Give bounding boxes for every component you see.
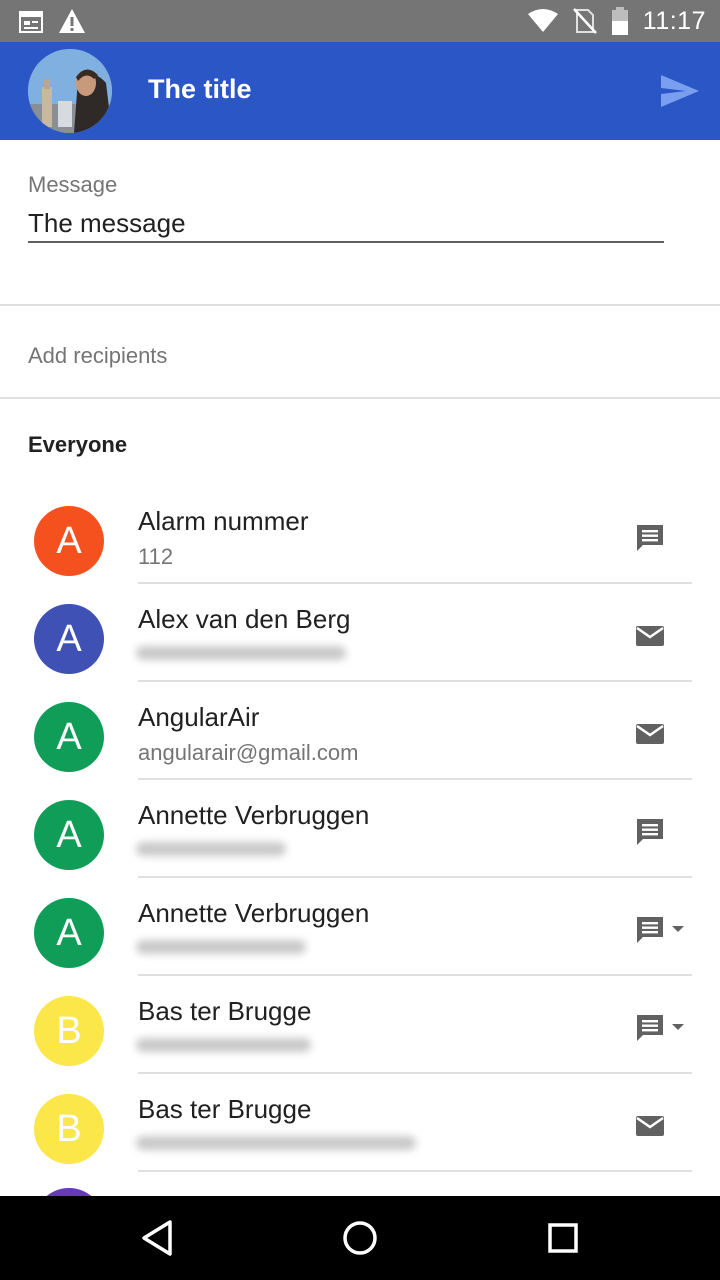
app-bar: The title [0, 42, 720, 140]
recipients-input[interactable] [28, 336, 688, 376]
contact-avatar: A [34, 506, 104, 576]
contact-avatar: A [34, 702, 104, 772]
contact-avatar: A [34, 604, 104, 674]
contact-item[interactable]: B Bas ter Brugge [0, 976, 720, 1074]
dropdown-arrow-icon[interactable] [672, 1024, 684, 1030]
contact-name: Alarm nummer [138, 506, 309, 536]
contact-name: Bas ter Brugge [138, 1094, 312, 1124]
chat-icon[interactable] [632, 1010, 668, 1046]
chat-icon[interactable] [632, 520, 668, 556]
redacted-subtitle [136, 646, 346, 660]
list-divider [138, 1170, 692, 1172]
email-icon[interactable] [632, 1108, 668, 1144]
chat-icon[interactable] [632, 814, 668, 850]
contact-name: Bas ter Brugge [138, 996, 312, 1026]
warning-icon [59, 9, 85, 33]
redacted-subtitle [136, 1038, 311, 1052]
divider [0, 397, 720, 399]
contact-name: Alex van den Berg [138, 604, 351, 634]
message-label: Message [28, 172, 118, 197]
send-icon [661, 75, 699, 107]
contact-subtitle: angularair@gmail.com [138, 740, 359, 765]
contact-avatar: B [34, 996, 104, 1066]
contact-name: Annette Verbruggen [138, 898, 370, 928]
calendar-icon [19, 11, 43, 33]
back-icon[interactable] [136, 1216, 180, 1260]
page-title: The title [148, 74, 252, 104]
avatar[interactable] [28, 49, 112, 133]
email-icon[interactable] [632, 618, 668, 654]
contact-avatar: A [34, 898, 104, 968]
message-field[interactable] [28, 205, 664, 243]
wifi-icon [527, 9, 558, 32]
contact-subtitle: 112 [138, 544, 174, 569]
send-button[interactable] [660, 72, 700, 110]
contact-avatar: B [34, 1094, 104, 1164]
redacted-subtitle [136, 940, 306, 954]
contact-item[interactable]: A Annette Verbruggen [0, 878, 720, 976]
no-sim-icon [572, 8, 597, 34]
section-title: Everyone [28, 432, 128, 457]
email-icon[interactable] [632, 716, 668, 752]
battery-icon [611, 7, 628, 35]
contact-item[interactable]: A Annette Verbruggen [0, 780, 720, 878]
contact-item[interactable]: B Bas ter Brugge [0, 1074, 720, 1172]
dropdown-arrow-icon[interactable] [672, 926, 684, 932]
status-bar: 11:17 [0, 0, 720, 42]
divider [0, 304, 720, 306]
contact-item[interactable]: A AngularAir angularair@gmail.com [0, 682, 720, 780]
contact-item[interactable]: A Alex van den Berg [0, 584, 720, 682]
recents-icon[interactable] [541, 1216, 585, 1260]
contact-avatar: A [34, 800, 104, 870]
redacted-subtitle [136, 1136, 416, 1150]
clock: 11:17 [642, 6, 706, 35]
chat-icon[interactable] [632, 912, 668, 948]
contact-name: Annette Verbruggen [138, 800, 370, 830]
navigation-bar [0, 1196, 720, 1280]
contact-name: AngularAir [138, 702, 260, 732]
redacted-subtitle [136, 842, 286, 856]
contact-item[interactable]: A Alarm nummer 112 [0, 486, 720, 584]
home-icon[interactable] [338, 1216, 382, 1260]
